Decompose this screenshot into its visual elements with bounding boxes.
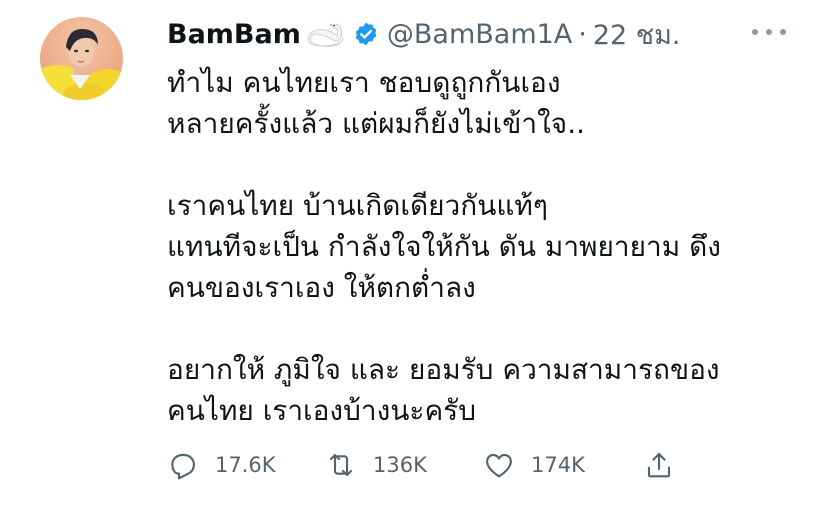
reply-count: 17.6K <box>215 453 276 477</box>
retweet-icon <box>329 453 353 477</box>
tweet-line: ทำไม คนไทยเรา ชอบดูถูกกันเอง <box>167 66 561 99</box>
tweet-card: BamBam @BamBam1A · 22 ชม. ทำไม คนไทยเรา … <box>0 0 828 510</box>
tweet-line: หลายครั้งแล้ว แต่ผมก็ยังไม่เข้าใจ.. <box>167 107 585 140</box>
user-handle[interactable]: @BamBam1A <box>387 19 572 50</box>
tweet-header: BamBam @BamBam1A · 22 ชม. <box>167 14 681 54</box>
like-count: 174K <box>531 453 585 477</box>
tweet-line: เราคนไทย บ้านเกิดเดียวกันแท้ๆ <box>167 189 548 222</box>
more-dots-icon <box>780 29 786 35</box>
tweet-line: คนไทย เราเองบ้างนะครับ <box>167 394 476 427</box>
more-dots-icon <box>766 29 772 35</box>
tweet-paragraph: เราคนไทย บ้านเกิดเดียวกันแท้ๆ แทนทีจะเป็… <box>167 185 792 308</box>
like-button[interactable]: 174K <box>483 449 643 481</box>
reply-button[interactable]: 17.6K <box>167 449 325 481</box>
tweet-timestamp[interactable]: 22 ชม. <box>593 13 681 56</box>
tweet-text: ทำไม คนไทยเรา ชอบดูถูกกันเอง หลายครั้งแล… <box>167 62 792 472</box>
tweet-line: คนของเราเอง ให้ตกต่ำลง <box>167 271 476 304</box>
tweet-line: อยากให้ ภูมิใจ และ ยอมรับ ความสามารถของ <box>167 353 720 386</box>
reply-icon <box>171 453 195 480</box>
swan-emoji-icon <box>303 18 347 50</box>
share-button[interactable] <box>643 449 675 481</box>
retweet-button[interactable]: 136K <box>325 449 483 481</box>
verified-badge-icon <box>353 21 379 47</box>
retweet-count: 136K <box>373 453 427 477</box>
display-name[interactable]: BamBam <box>167 19 301 50</box>
more-dots-icon <box>752 29 758 35</box>
avatar[interactable] <box>40 17 123 100</box>
heart-icon <box>486 453 512 478</box>
tweet-line: แทนทีจะเป็น กำลังใจให้กัน ดัน มาพยายาม ด… <box>167 230 721 263</box>
share-icon <box>647 453 671 478</box>
more-options-button[interactable] <box>752 22 786 42</box>
separator-dot: · <box>578 18 587 50</box>
tweet-actions: 17.6K 136K 174K <box>167 446 687 484</box>
tweet-paragraph: อยากให้ ภูมิใจ และ ยอมรับ ความสามารถของ … <box>167 349 792 431</box>
tweet-paragraph: ทำไม คนไทยเรา ชอบดูถูกกันเอง หลายครั้งแล… <box>167 62 792 144</box>
